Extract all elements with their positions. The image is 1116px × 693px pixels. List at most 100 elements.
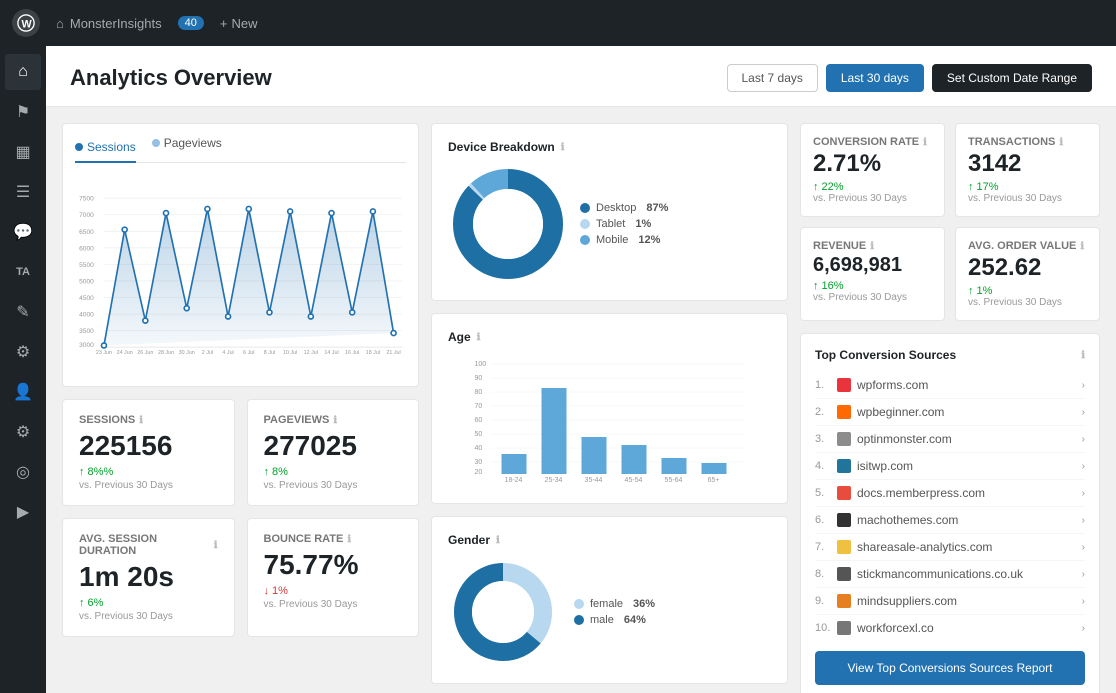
left-column: Sessions Pageviews 7500 7000 6500 6000: [62, 123, 419, 693]
sources-list: 1. wpforms.com › 2. wpbeginner.com › 3. …: [815, 372, 1085, 641]
chevron-icon-9: ›: [1082, 596, 1085, 607]
avg-order-info-icon[interactable]: ℹ: [1080, 241, 1084, 252]
comments-count[interactable]: 40: [178, 16, 204, 30]
source-item-5[interactable]: 5. docs.memberpress.com ›: [815, 480, 1085, 507]
sidebar-icon-pencil[interactable]: ✎: [5, 294, 41, 330]
source-left-9: 9. mindsuppliers.com: [815, 594, 957, 608]
source-item-10[interactable]: 10. workforcexl.co ›: [815, 615, 1085, 641]
brand-label: MonsterInsights: [70, 16, 162, 31]
svg-text:35-44: 35-44: [585, 477, 603, 484]
source-item-1[interactable]: 1. wpforms.com ›: [815, 372, 1085, 399]
pageviews-tab-label: Pageviews: [164, 136, 222, 150]
source-favicon-2: [837, 405, 851, 419]
svg-text:3000: 3000: [79, 342, 94, 349]
sidebar-icon-grid[interactable]: ▦: [5, 134, 41, 170]
pageviews-tab[interactable]: Pageviews: [152, 136, 222, 154]
last-30-days-button[interactable]: Last 30 days: [826, 64, 924, 92]
sessions-tab[interactable]: Sessions: [75, 136, 136, 163]
pageviews-label: Pageviews ℹ: [264, 414, 403, 426]
gender-card: Gender ℹ: [431, 516, 788, 684]
device-info-icon[interactable]: ℹ: [561, 142, 565, 153]
pageviews-stat: Pageviews ℹ 277025 ↑ 8% vs. Previous 30 …: [247, 399, 420, 506]
sidebar: ⌂ ⚑ ▦ ☰ 💬 TA ✎ ⚙ 👤 ⚙ ◎ ▶: [0, 46, 46, 693]
gender-info-icon[interactable]: ℹ: [496, 535, 500, 546]
sidebar-icon-play[interactable]: ▶: [5, 494, 41, 530]
source-item-9[interactable]: 9. mindsuppliers.com ›: [815, 588, 1085, 615]
svg-text:4500: 4500: [79, 295, 94, 302]
sidebar-icon-home[interactable]: ⌂: [5, 54, 41, 90]
bounce-rate-stat: Bounce Rate ℹ 75.77% ↓ 1% vs. Previous 3…: [247, 518, 420, 637]
sidebar-icon-settings[interactable]: ⚙: [5, 414, 41, 450]
sidebar-icon-list[interactable]: ☰: [5, 174, 41, 210]
svg-text:2 Jul: 2 Jul: [202, 350, 213, 356]
source-item-3[interactable]: 3. optinmonster.com ›: [815, 426, 1085, 453]
sidebar-icon-circle[interactable]: ◎: [5, 454, 41, 490]
svg-text:60: 60: [475, 417, 483, 424]
revenue-info-icon[interactable]: ℹ: [870, 241, 874, 252]
chevron-icon-10: ›: [1082, 623, 1085, 634]
sidebar-icon-tool[interactable]: ⚙: [5, 334, 41, 370]
svg-text:28 Jun: 28 Jun: [158, 350, 174, 356]
new-label: New: [231, 16, 257, 31]
sidebar-icon-person[interactable]: 👤: [5, 374, 41, 410]
last-7-days-button[interactable]: Last 7 days: [727, 64, 818, 92]
gender-legend: female 36% male 64%: [574, 598, 655, 626]
device-donut-chart: [448, 164, 568, 284]
svg-text:30 Jun: 30 Jun: [179, 350, 195, 356]
svg-text:23 Jun: 23 Jun: [96, 350, 112, 356]
avg-session-change: ↑ 6%: [79, 597, 218, 609]
svg-text:6 Jul: 6 Jul: [243, 350, 254, 356]
sidebar-icon-ta[interactable]: TA: [5, 254, 41, 290]
sessions-dot: [75, 143, 83, 151]
bounce-rate-label: Bounce Rate ℹ: [264, 533, 403, 545]
transactions-vs: vs. Previous 30 Days: [968, 193, 1087, 204]
source-item-2[interactable]: 2. wpbeginner.com ›: [815, 399, 1085, 426]
svg-text:20: 20: [475, 469, 483, 476]
source-item-4[interactable]: 4. isitwp.com ›: [815, 453, 1085, 480]
right-column: Conversion Rate ℹ 2.71% ↑ 22% vs. Previo…: [800, 123, 1100, 693]
view-report-button[interactable]: View Top Conversions Sources Report: [815, 651, 1085, 685]
tablet-legend: Tablet 1%: [580, 218, 668, 230]
source-item-7[interactable]: 7. shareasale-analytics.com ›: [815, 534, 1085, 561]
age-title: Age: [448, 330, 471, 344]
sources-info-icon[interactable]: ℹ: [1081, 350, 1085, 361]
revenue-value: 6,698,981: [813, 254, 932, 277]
pageviews-info-icon[interactable]: ℹ: [333, 415, 337, 426]
metrics-grid: Conversion Rate ℹ 2.71% ↑ 22% vs. Previo…: [800, 123, 1100, 321]
tablet-dot: [580, 219, 590, 229]
device-breakdown-header: Device Breakdown ℹ: [448, 140, 771, 154]
sidebar-icon-chat[interactable]: 💬: [5, 214, 41, 250]
conversion-rate-label: Conversion Rate ℹ: [813, 136, 932, 148]
age-card: Age ℹ 100 90 80 70 60 50 40 30 20: [431, 313, 788, 504]
source-item-8[interactable]: 8. stickmancommunications.co.uk ›: [815, 561, 1085, 588]
svg-text:18 Jul: 18 Jul: [366, 350, 380, 356]
bounce-info-icon[interactable]: ℹ: [347, 534, 351, 545]
svg-text:4000: 4000: [79, 312, 94, 319]
date-controls: Last 7 days Last 30 days Set Custom Date…: [727, 64, 1093, 92]
device-donut-section: Desktop 87% Tablet 1% Mobile: [448, 164, 771, 284]
avg-order-vs: vs. Previous 30 Days: [968, 297, 1087, 308]
custom-date-range-button[interactable]: Set Custom Date Range: [932, 64, 1092, 92]
source-item-6[interactable]: 6. machothemes.com ›: [815, 507, 1085, 534]
svg-text:7500: 7500: [79, 196, 94, 203]
new-button[interactable]: + New: [220, 16, 258, 31]
chevron-icon-5: ›: [1082, 488, 1085, 499]
sidebar-icon-flag[interactable]: ⚑: [5, 94, 41, 130]
bounce-vs: vs. Previous 30 Days: [264, 599, 403, 610]
age-info-icon[interactable]: ℹ: [477, 332, 481, 343]
sessions-stat: Sessions ℹ 225156 ↑ 8%% vs. Previous 30 …: [62, 399, 235, 506]
pageviews-value: 277025: [264, 430, 403, 462]
transactions-info-icon[interactable]: ℹ: [1059, 137, 1063, 148]
sessions-info-icon[interactable]: ℹ: [139, 415, 143, 426]
line-chart: 7500 7000 6500 6000 5500 5000 4500 4000 …: [75, 171, 406, 371]
avg-session-info-icon[interactable]: ℹ: [214, 540, 218, 551]
wp-logo-icon: W: [12, 9, 40, 37]
chevron-icon-3: ›: [1082, 434, 1085, 445]
source-favicon-7: [837, 540, 851, 554]
transactions-card: Transactions ℹ 3142 ↑ 17% vs. Previous 3…: [955, 123, 1100, 217]
svg-text:10 Jul: 10 Jul: [283, 350, 297, 356]
conversion-info-icon[interactable]: ℹ: [923, 137, 927, 148]
source-favicon-10: [837, 621, 851, 635]
pageviews-vs: vs. Previous 30 Days: [264, 480, 403, 491]
sessions-value: 225156: [79, 430, 218, 462]
